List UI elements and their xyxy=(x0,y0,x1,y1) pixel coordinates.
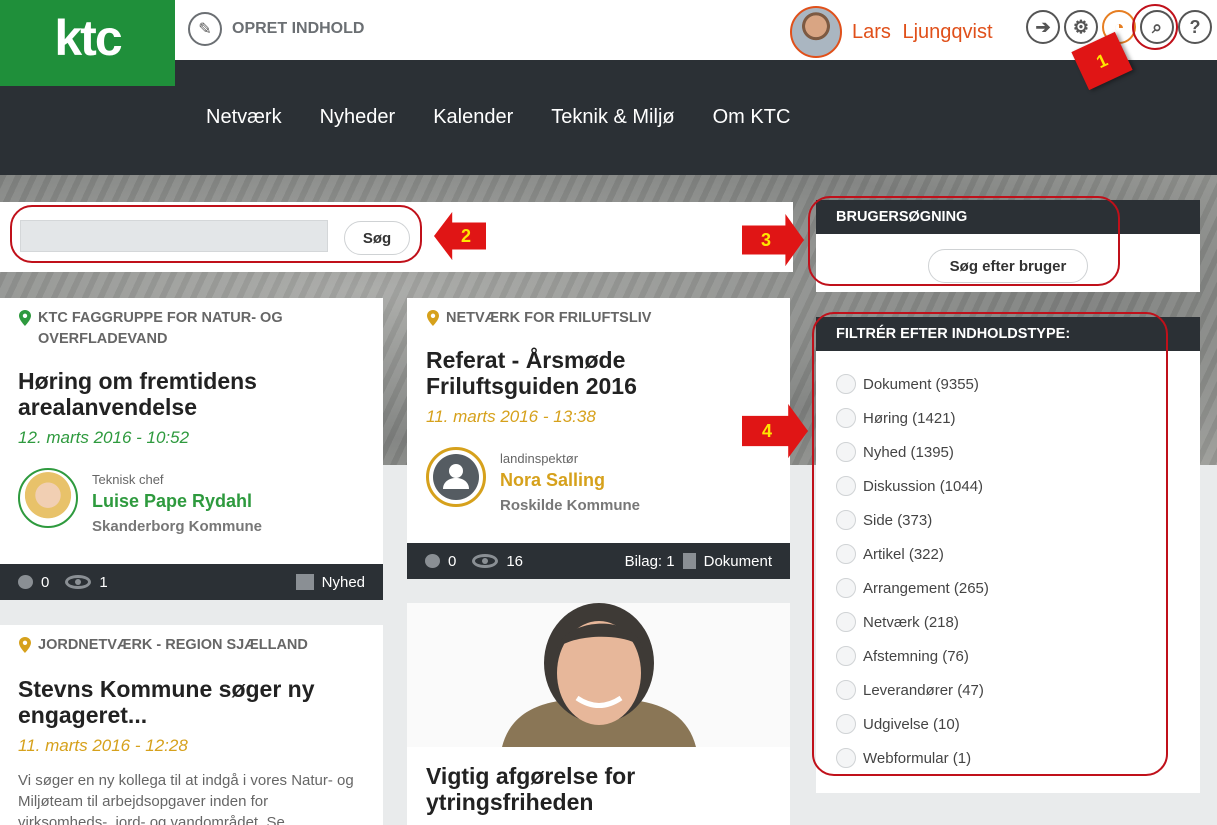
card-excerpt: Vi søger en ny kollega til at indgå i vo… xyxy=(18,772,354,825)
header-icons: ➔ ⚙ ◔ ⌕ ? xyxy=(1026,10,1212,44)
user-profile[interactable]: Lars Ljungqvist xyxy=(790,6,993,58)
card-group: JORDNETVÆRK - REGION SJÆLLAND xyxy=(18,635,365,656)
nav-item-nyheder[interactable]: Nyheder xyxy=(320,106,396,129)
author-org: Roskilde Kommune xyxy=(500,497,641,514)
card-group: NETVÆRK FOR FRILUFTSLIV xyxy=(426,308,772,329)
user-name: Lars Ljungqvist xyxy=(852,20,993,43)
comment-icon xyxy=(18,575,33,589)
card-title[interactable]: Referat - Årsmøde Friluftsguiden 2016 xyxy=(426,347,772,399)
annotation-ring-filter xyxy=(812,312,1168,776)
content-card[interactable]: NETVÆRK FOR FRILUFTSLIV Referat - Årsmød… xyxy=(407,298,790,579)
annotation-ring-search-box xyxy=(10,205,422,263)
nav-item-om-ktc[interactable]: Om KTC xyxy=(713,106,791,129)
logo-text: ktc xyxy=(54,10,122,66)
author-role: landinspektør xyxy=(500,451,579,466)
annotation-label: 4 xyxy=(761,420,772,441)
eye-icon xyxy=(65,575,92,589)
author-name[interactable]: Luise Pape Rydahl xyxy=(92,491,262,512)
document-icon xyxy=(682,553,696,569)
card-group-label: KTC FAGGRUPPE FOR NATUR- OG OVERFLADEVAN… xyxy=(38,310,283,347)
ktc-logo[interactable]: ktc xyxy=(0,0,175,86)
card-title[interactable]: Høring om fremtidens arealanvendelse xyxy=(18,368,365,420)
card-date: 11. marts 2016 - 12:28 xyxy=(18,736,188,755)
content-type: Dokument xyxy=(703,552,772,570)
content-type: Nyhed xyxy=(321,573,365,591)
author-name[interactable]: Nora Salling xyxy=(500,470,640,491)
arrow-right-icon[interactable]: ➔ xyxy=(1026,10,1060,44)
card-date: 11. marts 2016 - 13:38 xyxy=(426,407,596,426)
avatar[interactable] xyxy=(18,468,78,528)
edit-icon: ✎ xyxy=(188,12,222,46)
card-image[interactable] xyxy=(407,603,790,747)
location-pin-icon xyxy=(427,310,439,326)
location-pin-icon xyxy=(19,310,31,326)
gear-icon[interactable]: ⚙ xyxy=(1064,10,1098,44)
card-author: Teknisk chef Luise Pape Rydahl Skanderbo… xyxy=(18,468,365,535)
view-count: 16 xyxy=(506,552,524,570)
annotation-ring-user-search xyxy=(808,196,1120,286)
author-role: Teknisk chef xyxy=(92,472,164,487)
portrait-image xyxy=(407,603,790,747)
avatar[interactable] xyxy=(426,447,486,507)
annotation-ring-search-icon xyxy=(1132,4,1178,50)
location-pin-icon xyxy=(19,637,31,653)
comment-icon xyxy=(425,554,440,568)
comment-count: 0 xyxy=(448,552,457,570)
annotation-label: 1 xyxy=(1093,49,1111,72)
card-title[interactable]: Vigtig afgørelse for ytringsfriheden xyxy=(407,763,790,815)
top-bar: ✎ OPRET INDHOLD Lars Ljungqvist ➔ ⚙ ◔ ⌕ … xyxy=(0,0,1217,60)
nav-item-netvaerk[interactable]: Netværk xyxy=(206,106,282,129)
nav-item-teknik-miljo[interactable]: Teknik & Miljø xyxy=(551,106,674,129)
view-count: 1 xyxy=(99,573,108,591)
card-date: 12. marts 2016 - 10:52 xyxy=(18,428,190,447)
news-icon xyxy=(295,574,314,590)
attachment-count: Bilag: 1 xyxy=(624,552,675,570)
comment-count: 0 xyxy=(41,573,50,591)
card-footer: 0 16 Bilag: 1 Dokument xyxy=(407,543,790,579)
avatar xyxy=(790,6,842,58)
card-author: landinspektør Nora Salling Roskilde Komm… xyxy=(426,447,772,514)
card-footer: 0 1 Nyhed xyxy=(0,564,383,600)
create-content-label: OPRET INDHOLD xyxy=(232,20,365,37)
card-group-label: JORDNETVÆRK - REGION SJÆLLAND xyxy=(38,637,308,653)
nav-item-kalender[interactable]: Kalender xyxy=(433,106,513,129)
content-card[interactable]: Vigtig afgørelse for ytringsfriheden xyxy=(407,603,790,825)
user-placeholder-icon xyxy=(433,454,479,500)
card-title[interactable]: Stevns Kommune søger ny engageret... xyxy=(18,676,365,728)
help-icon[interactable]: ? xyxy=(1178,10,1212,44)
annotation-label: 2 xyxy=(460,225,471,246)
card-group-label: NETVÆRK FOR FRILUFTSLIV xyxy=(446,310,652,326)
create-content-button[interactable]: ✎ OPRET INDHOLD xyxy=(188,12,364,46)
author-org: Skanderborg Kommune xyxy=(92,518,263,535)
content-card[interactable]: KTC FAGGRUPPE FOR NATUR- OG OVERFLADEVAN… xyxy=(0,298,383,600)
eye-icon xyxy=(472,554,499,568)
content-card[interactable]: JORDNETVÆRK - REGION SJÆLLAND Stevns Kom… xyxy=(0,625,383,825)
annotation-label: 3 xyxy=(760,229,771,250)
card-group: KTC FAGGRUPPE FOR NATUR- OG OVERFLADEVAN… xyxy=(18,308,365,350)
main-nav: Netværk Nyheder Kalender Teknik & Miljø … xyxy=(0,60,1217,175)
